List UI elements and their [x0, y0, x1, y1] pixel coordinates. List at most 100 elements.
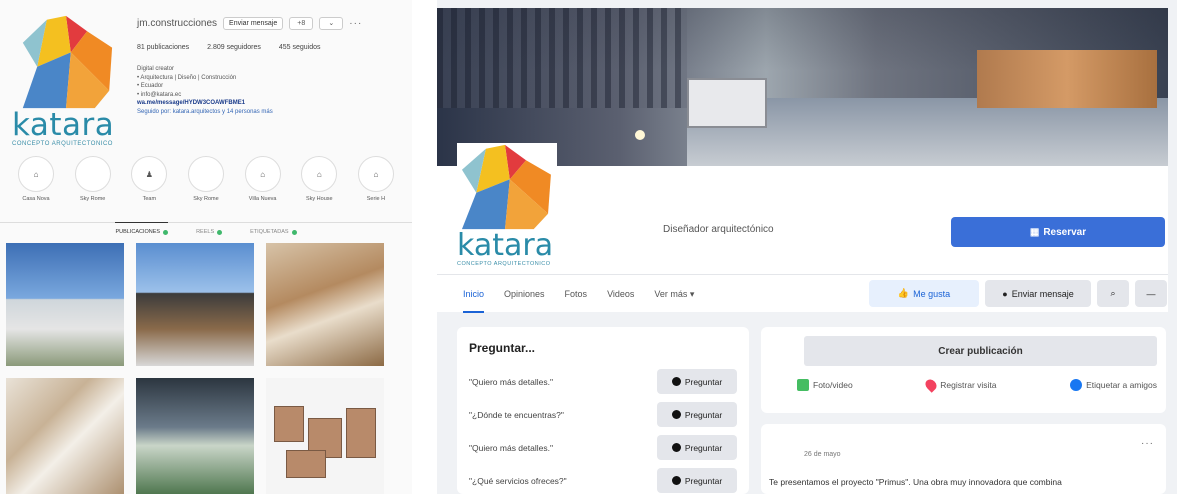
option-label: Registrar visita: [940, 380, 997, 390]
tag-friends-icon: [1070, 379, 1083, 391]
highlight-item[interactable]: ⌂ Serie H: [354, 156, 398, 202]
highlight-label: Sky Rome: [79, 196, 106, 202]
question-text: "Quiero más detalles.": [469, 376, 553, 387]
post-thumbnail[interactable]: [136, 243, 254, 366]
ask-title: Preguntar...: [469, 341, 536, 355]
highlight-item[interactable]: Sky Rome: [184, 156, 228, 202]
page-category: Diseñador arquitectónico: [663, 224, 774, 235]
tab-label: ETIQUETADAS: [250, 229, 289, 235]
brand-name: katara: [12, 107, 115, 143]
question-row: "¿Dónde te encuentras?" Preguntar: [469, 398, 737, 431]
bio-line: • info@katara.ec: [137, 91, 182, 98]
post-thumbnail[interactable]: [6, 378, 124, 494]
ask-button[interactable]: Preguntar: [657, 402, 737, 427]
post-thumbnail[interactable]: [136, 378, 254, 494]
ask-card: Preguntar... "Quiero más detalles." Preg…: [457, 327, 749, 494]
ask-button[interactable]: Preguntar: [657, 369, 737, 394]
tab-tagged[interactable]: ETIQUETADAS: [250, 229, 297, 235]
following-count[interactable]: 455 seguidos: [279, 44, 321, 51]
floorplan-shape: [274, 406, 304, 442]
tab-videos[interactable]: Videos: [607, 275, 634, 313]
chevron-down-icon[interactable]: ⌄: [319, 16, 344, 30]
messenger-icon: [671, 443, 681, 452]
highlight-item[interactable]: ♟ Team: [127, 156, 171, 202]
tab-reviews[interactable]: Opiniones: [504, 275, 545, 313]
story-highlights: ⌂ Casa Nova Sky Rome ♟ Team Sky Rome ⌂ V…: [6, 156, 406, 202]
question-text: "¿Dónde te encuentras?": [469, 409, 564, 420]
reserve-label: Reservar: [1043, 226, 1087, 238]
followed-by[interactable]: Seguido por: katara.arquitectos y 14 per…: [137, 108, 407, 117]
bio-line: • Arquitectura | Diseño | Construcción: [137, 74, 237, 81]
more-options-icon[interactable]: ···: [349, 18, 362, 29]
posts-grid: [6, 243, 406, 494]
highlight-item[interactable]: ⌂ Villa Nueva: [241, 156, 285, 202]
post-thumbnail[interactable]: [6, 243, 124, 366]
tab-photos[interactable]: Fotos: [565, 275, 588, 313]
highlight-item[interactable]: Sky Rome: [71, 156, 115, 202]
create-post-card: Crear publicación Foto/video Registrar v…: [761, 327, 1166, 413]
brand-tagline: CONCEPTO ARQUITECTONICO: [12, 141, 113, 147]
post-thumbnail[interactable]: [266, 243, 384, 366]
tab-home[interactable]: Inicio: [463, 275, 485, 313]
message-label: Enviar mensaje: [1011, 288, 1074, 299]
photo-video-option[interactable]: Foto/video: [797, 379, 853, 391]
message-button[interactable]: Enviar mensaje: [223, 16, 284, 30]
send-message-button[interactable]: ● Enviar mensaje: [985, 280, 1091, 307]
location-pin-icon: [923, 377, 940, 393]
ask-button-label: Preguntar: [684, 409, 723, 420]
messenger-icon: [671, 476, 681, 485]
facebook-page-panel: katara CONCEPTO ARQUITECTONICO Diseñador…: [437, 0, 1177, 494]
tab-label: REELS: [196, 229, 215, 235]
profile-username: jm.construcciones: [137, 17, 218, 29]
profile-picture[interactable]: katara CONCEPTO ARQUITECTONICO: [457, 143, 557, 271]
like-label: Me gusta: [913, 288, 951, 299]
post-thumbnail[interactable]: [266, 378, 384, 494]
brand-tagline: CONCEPTO ARQUITECTONICO: [457, 261, 551, 267]
ask-button[interactable]: Preguntar: [657, 435, 737, 460]
tab-posts[interactable]: PUBLICACIONES: [115, 222, 169, 235]
bio-link[interactable]: wa.me/message/HYDW3COAWFBME1: [137, 99, 407, 108]
brand-name: katara: [457, 228, 554, 263]
messenger-icon: ●: [1002, 288, 1008, 299]
tab-reels[interactable]: REELS: [196, 229, 223, 235]
search-icon: ⌕: [1110, 288, 1116, 298]
highlight-cover: [74, 156, 111, 192]
profile-stats: 81 publicaciones 2.809 seguidores 455 se…: [137, 44, 407, 51]
question-row: "Quiero más detalles." Preguntar: [469, 431, 737, 464]
highlight-cover: [187, 156, 224, 192]
katara-logo-mark-icon: [461, 144, 551, 230]
post-options-icon[interactable]: ···: [1141, 438, 1154, 449]
tab-label: PUBLICACIONES: [115, 229, 161, 235]
question-text: "¿Qué servicios ofreces?": [469, 475, 567, 486]
tag-icon: [291, 229, 297, 235]
profile-bio: Digital creator • Arquitectura | Diseño …: [137, 65, 407, 116]
post-text: Te presentamos el proyecto "Primus". Una…: [769, 477, 1062, 487]
cover-detail: [635, 130, 645, 140]
highlight-item[interactable]: ⌂ Casa Nova: [14, 156, 58, 202]
post-card: ··· 26 de mayo Te presentamos el proyect…: [761, 424, 1166, 494]
ask-button-label: Preguntar: [684, 475, 723, 486]
tag-friends-option[interactable]: Etiquetar a amigos: [1070, 379, 1157, 391]
posts-count[interactable]: 81 publicaciones: [137, 44, 189, 51]
like-button[interactable]: 👍 Me gusta: [869, 280, 979, 307]
followers-count[interactable]: 2.809 seguidores: [207, 44, 261, 51]
post-date[interactable]: 26 de mayo: [804, 451, 841, 458]
highlight-label: Villa Nueva: [248, 196, 277, 202]
ask-button[interactable]: Preguntar: [657, 468, 737, 493]
bio-line: • Ecuador: [137, 83, 164, 89]
reserve-button[interactable]: ▦ Reservar: [951, 217, 1165, 247]
thumbs-up-icon: 👍: [897, 288, 910, 298]
option-label: Etiquetar a amigos: [1086, 380, 1157, 390]
tab-more[interactable]: Ver más ▾: [654, 275, 694, 313]
highlight-item[interactable]: ⌂ Sky House: [297, 156, 341, 202]
messenger-icon: [671, 377, 681, 386]
more-button[interactable]: —: [1135, 280, 1167, 307]
search-button[interactable]: ⌕: [1097, 280, 1129, 307]
question-row: "Quiero más detalles." Preguntar: [469, 365, 737, 398]
create-post-button[interactable]: Crear publicación: [804, 336, 1157, 366]
check-in-option[interactable]: Registrar visita: [923, 377, 997, 393]
house-icon: ⌂: [301, 156, 338, 192]
people-icon: ♟: [131, 156, 168, 192]
floorplan-shape: [346, 408, 376, 458]
add-user-button[interactable]: +8: [289, 16, 314, 30]
